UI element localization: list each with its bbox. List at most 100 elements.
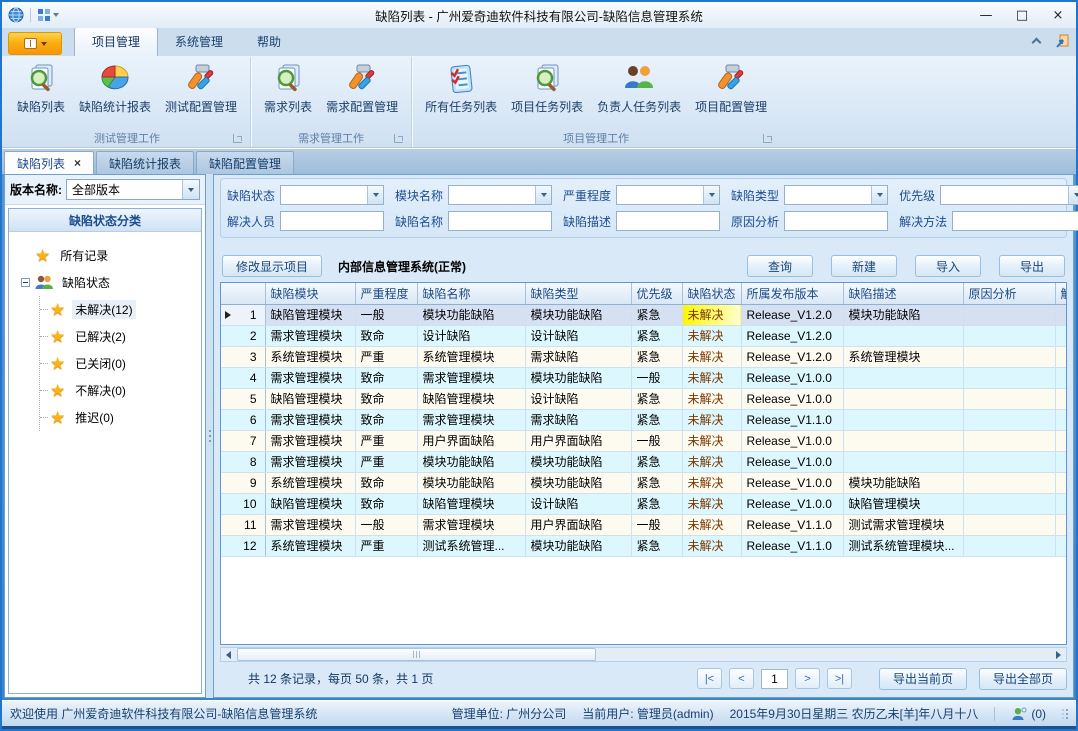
severity-select[interactable] (616, 185, 720, 205)
dialog-launcher-icon[interactable] (233, 134, 242, 143)
col-severity[interactable]: 严重程度 (355, 283, 417, 304)
col-name[interactable]: 缺陷名称 (417, 283, 525, 304)
cell-desc[interactable] (843, 430, 963, 451)
cell-status[interactable]: 未解决 (682, 451, 741, 472)
cell-type[interactable]: 模块功能缺陷 (525, 451, 631, 472)
cell-severity[interactable]: 一般 (355, 514, 417, 535)
last-page-button[interactable]: >| (827, 668, 852, 689)
maximize-button[interactable]: □ (1004, 2, 1040, 28)
cell-status[interactable]: 未解决 (682, 430, 741, 451)
cell-name[interactable]: 测试系统管理... (417, 535, 525, 556)
cell-cause[interactable] (963, 430, 1055, 451)
tree-item-all-records[interactable]: ★ 所有记录 (17, 242, 201, 269)
dialog-launcher-icon[interactable] (763, 134, 772, 143)
cell-severity[interactable]: 致命 (355, 472, 417, 493)
cause-input[interactable] (784, 211, 888, 231)
scroll-left-icon[interactable] (221, 648, 236, 661)
owner-tasks-button[interactable]: 负责人任务列表 (590, 60, 688, 117)
prev-page-button[interactable]: < (729, 668, 754, 689)
close-tab-icon[interactable]: × (74, 157, 81, 169)
cell-release[interactable]: Release_V1.0.0 (741, 451, 843, 472)
cell-status[interactable]: 未解决 (682, 535, 741, 556)
row-number-cell[interactable]: 6 (221, 409, 265, 430)
cell-severity[interactable]: 致命 (355, 409, 417, 430)
cell-name[interactable]: 模块功能缺陷 (417, 472, 525, 493)
defect-report-button[interactable]: 缺陷统计报表 (72, 60, 158, 117)
row-number-cell[interactable]: 4 (221, 367, 265, 388)
row-number-cell[interactable]: 5 (221, 388, 265, 409)
row-number-cell[interactable]: 2 (221, 325, 265, 346)
cell-severity[interactable]: 致命 (355, 367, 417, 388)
cell-status[interactable]: 未解决 (682, 472, 741, 493)
col-priority[interactable]: 优先级 (631, 283, 682, 304)
project-tasks-button[interactable]: 项目任务列表 (504, 60, 590, 117)
row-number-cell[interactable]: 10 (221, 493, 265, 514)
cell-desc[interactable] (843, 367, 963, 388)
new-button[interactable]: 新建 (831, 255, 897, 277)
priority-select[interactable] (940, 185, 1078, 205)
cell-cause[interactable] (963, 367, 1055, 388)
cell-module[interactable]: 系统管理模块 (265, 346, 355, 367)
page-number-input[interactable] (761, 669, 788, 689)
quick-access-grid-icon[interactable] (37, 8, 59, 22)
all-tasks-button[interactable]: 所有任务列表 (418, 60, 504, 117)
defect-status-select[interactable] (280, 185, 384, 205)
cell-desc[interactable]: 模块功能缺陷 (843, 472, 963, 493)
horizontal-scrollbar[interactable] (220, 647, 1067, 662)
table-row[interactable]: 12 系统管理模块 严重 测试系统管理... 模块功能缺陷 紧急 未解决 Rel… (221, 535, 1067, 556)
cell-type[interactable]: 设计缺陷 (525, 388, 631, 409)
cell-priority[interactable]: 紧急 (631, 493, 682, 514)
cell-module[interactable]: 需求管理模块 (265, 514, 355, 535)
collapse-expander-icon[interactable] (21, 278, 30, 287)
tree-item-resolved[interactable]: ★ 已解决(2) (40, 323, 201, 350)
row-number-cell[interactable]: 9 (221, 472, 265, 493)
cell-status[interactable]: 未解决 (682, 409, 741, 430)
cell-name[interactable]: 模块功能缺陷 (417, 451, 525, 472)
cell-severity[interactable]: 一般 (355, 304, 417, 325)
cell-status[interactable]: 未解决 (682, 493, 741, 514)
cell-name[interactable]: 系统管理模块 (417, 346, 525, 367)
dialog-launcher-icon[interactable] (394, 134, 403, 143)
cell-severity[interactable]: 严重 (355, 346, 417, 367)
cell-solution[interactable] (1055, 304, 1067, 325)
cell-severity[interactable]: 严重 (355, 451, 417, 472)
version-select[interactable]: 全部版本 (66, 179, 200, 200)
table-row[interactable]: 5 缺陷管理模块 致命 缺陷管理模块 设计缺陷 紧急 未解决 Release_V… (221, 388, 1067, 409)
cell-desc[interactable] (843, 388, 963, 409)
cell-module[interactable]: 需求管理模块 (265, 409, 355, 430)
scroll-right-icon[interactable] (1051, 648, 1066, 661)
chevron-down-icon[interactable] (1068, 186, 1078, 204)
cell-release[interactable]: Release_V1.2.0 (741, 304, 843, 325)
table-row[interactable]: 3 系统管理模块 严重 系统管理模块 需求缺陷 紧急 未解决 Release_V… (221, 346, 1067, 367)
cell-desc[interactable]: 缺陷管理模块 (843, 493, 963, 514)
tab-defect-config[interactable]: 缺陷配置管理 (196, 151, 294, 174)
cell-type[interactable]: 设计缺陷 (525, 325, 631, 346)
table-row[interactable]: 2 需求管理模块 致命 设计缺陷 设计缺陷 紧急 未解决 Release_V1.… (221, 325, 1067, 346)
cell-cause[interactable] (963, 346, 1055, 367)
export-all-pages-button[interactable]: 导出全部页 (979, 668, 1067, 690)
cell-status[interactable]: 未解决 (682, 346, 741, 367)
cell-severity[interactable]: 致命 (355, 325, 417, 346)
project-config-button[interactable]: 项目配置管理 (688, 60, 774, 117)
cell-priority[interactable]: 紧急 (631, 388, 682, 409)
cell-release[interactable]: Release_V1.0.0 (741, 367, 843, 388)
cell-module[interactable]: 缺陷管理模块 (265, 493, 355, 514)
cell-release[interactable]: Release_V1.0.0 (741, 388, 843, 409)
cell-priority[interactable]: 紧急 (631, 472, 682, 493)
cell-name[interactable]: 缺陷管理模块 (417, 493, 525, 514)
cell-status[interactable]: 未解决 (682, 514, 741, 535)
cell-priority[interactable]: 紧急 (631, 535, 682, 556)
collapse-ribbon-icon[interactable] (1032, 38, 1042, 48)
cell-desc[interactable] (843, 451, 963, 472)
chevron-down-icon[interactable] (703, 186, 719, 204)
cell-cause[interactable] (963, 514, 1055, 535)
cell-type[interactable]: 需求缺陷 (525, 346, 631, 367)
tab-defect-report[interactable]: 缺陷统计报表 (96, 151, 194, 174)
row-number-cell[interactable]: 1 (221, 304, 265, 325)
chevron-down-icon[interactable] (367, 186, 383, 204)
resolver-input[interactable] (280, 211, 384, 231)
cell-solution[interactable] (1055, 514, 1067, 535)
table-row[interactable]: 8 需求管理模块 严重 模块功能缺陷 模块功能缺陷 紧急 未解决 Release… (221, 451, 1067, 472)
cell-type[interactable]: 模块功能缺陷 (525, 535, 631, 556)
col-module[interactable]: 缺陷模块 (265, 283, 355, 304)
